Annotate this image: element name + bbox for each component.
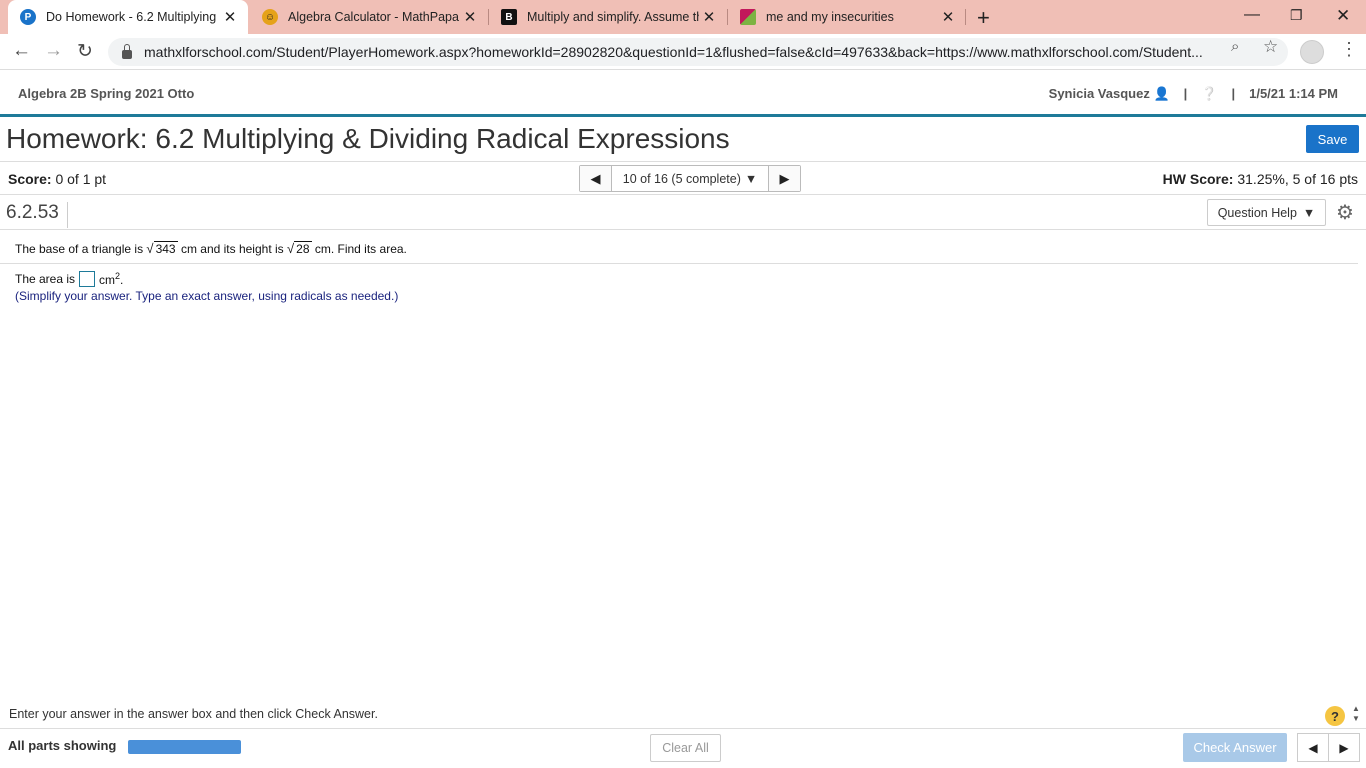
tab-do-homework[interactable]: P Do Homework - 6.2 Multiplying & ✕: [8, 0, 248, 34]
lock-icon: [122, 43, 132, 59]
page-title: Homework: 6.2 Multiplying & Dividing Rad…: [6, 123, 730, 154]
close-icon[interactable]: ✕: [460, 8, 480, 26]
bookmark-star-icon[interactable]: ☆: [1263, 37, 1278, 57]
question-navigator: ◀ 10 of 16 (5 complete) ▼ ▶: [579, 165, 801, 192]
new-tab-icon[interactable]: +: [977, 5, 990, 31]
course-name: Algebra 2B Spring 2021 Otto: [18, 86, 195, 101]
bottom-bar: All parts showing Clear All Check Answer…: [0, 728, 1366, 768]
tab-title: Multiply and simplify. Assume th: [527, 10, 699, 24]
answer-row: The area is cm2.: [15, 271, 124, 287]
forward-arrow-icon[interactable]: →: [44, 40, 63, 62]
browser-tab-bar: P Do Homework - 6.2 Multiplying & ✕ ☺ Al…: [0, 0, 1366, 34]
tab-divider: [965, 9, 966, 25]
scroll-arrows-icon[interactable]: ▲ ▼: [1352, 704, 1360, 724]
score-bar: Score: 0 of 1 pt ◀ 10 of 16 (5 complete)…: [0, 161, 1366, 195]
restore-icon[interactable]: ❐: [1290, 7, 1303, 24]
tab-title: Do Homework - 6.2 Multiplying &: [46, 10, 220, 24]
tab-title: Algebra Calculator - MathPapa: [288, 10, 459, 24]
question-header: 6.2.53 Question Help ▼ ⚙: [0, 196, 1366, 230]
part-navigator: ◀ ▶: [1297, 733, 1360, 762]
user-info: Synicia Vasquez 👤 | ❔ | 1/5/21 1:14 PM: [1049, 86, 1338, 102]
url-text[interactable]: mathxlforschool.com/Student/PlayerHomewo…: [144, 44, 1219, 60]
profile-avatar[interactable]: [1300, 40, 1324, 64]
zoom-icon[interactable]: ⌕: [1231, 38, 1239, 55]
save-button[interactable]: Save: [1306, 125, 1359, 153]
radical-base: √ 343: [146, 241, 178, 256]
close-icon[interactable]: ✕: [699, 8, 719, 26]
separator: |: [1183, 86, 1188, 101]
score: Score: 0 of 1 pt: [8, 171, 107, 187]
next-part-button[interactable]: ▶: [1329, 734, 1359, 761]
minimize-icon[interactable]: —: [1244, 6, 1260, 24]
tab-brainly[interactable]: B Multiply and simplify. Assume th ✕: [489, 0, 727, 34]
answer-input[interactable]: [79, 271, 96, 287]
separator: |: [1231, 86, 1236, 101]
previous-question-button[interactable]: ◀: [580, 166, 611, 191]
user-name[interactable]: Synicia Vasquez 👤: [1049, 86, 1170, 102]
question-selector-dropdown[interactable]: 10 of 16 (5 complete) ▼: [611, 166, 769, 191]
app-header: Algebra 2B Spring 2021 Otto Synicia Vasq…: [0, 71, 1366, 117]
question-text: The base of a triangle is √ 343 cm and it…: [15, 241, 407, 256]
next-question-button[interactable]: ▶: [769, 166, 800, 191]
check-answer-button[interactable]: Check Answer: [1183, 733, 1287, 762]
answer-unit: cm2.: [99, 271, 124, 287]
clear-all-button[interactable]: Clear All: [650, 734, 721, 762]
caret-down-icon: ▼: [1302, 205, 1316, 220]
help-question-icon[interactable]: ?: [1325, 706, 1345, 726]
question-number: 6.2.53: [6, 202, 68, 228]
mathpapa-favicon-icon: ☺: [262, 9, 278, 25]
reload-icon[interactable]: ↻: [77, 40, 93, 63]
date-time: 1/5/21 1:14 PM: [1249, 86, 1338, 101]
hw-score: HW Score: 31.25%, 5 of 16 pts: [1162, 171, 1358, 187]
caret-down-icon: ▼: [744, 171, 758, 186]
gear-icon[interactable]: ⚙: [1336, 200, 1354, 225]
parts-progress-bar: [128, 740, 241, 754]
close-icon[interactable]: ✕: [938, 8, 958, 26]
image-favicon-icon: [740, 9, 756, 25]
browser-toolbar: ← → ↻ mathxlforschool.com/Student/Player…: [0, 34, 1366, 70]
menu-kebab-icon[interactable]: ⋮: [1340, 39, 1358, 60]
user-icon: 👤: [1153, 86, 1170, 101]
radical-height: √ 28: [287, 241, 312, 256]
tab-mathpapa[interactable]: ☺ Algebra Calculator - MathPapa ✕: [250, 0, 488, 34]
window-close-icon[interactable]: ✕: [1336, 6, 1350, 26]
answer-hint: (Simplify your answer. Type an exact ans…: [15, 289, 399, 303]
brainly-favicon-icon: B: [501, 9, 517, 25]
previous-part-button[interactable]: ◀: [1298, 734, 1329, 761]
address-bar[interactable]: mathxlforschool.com/Student/PlayerHomewo…: [108, 38, 1288, 66]
question-help-button[interactable]: Question Help ▼: [1207, 199, 1326, 226]
back-arrow-icon[interactable]: ←: [12, 40, 31, 62]
close-icon[interactable]: ✕: [220, 8, 240, 26]
pearson-favicon-icon: P: [20, 9, 36, 25]
instruction-text: Enter your answer in the answer box and …: [9, 707, 378, 721]
tab-title: me and my insecurities: [766, 10, 894, 24]
divider: [0, 263, 1358, 264]
help-icon[interactable]: ❔: [1201, 86, 1217, 102]
tab-insecurities[interactable]: me and my insecurities ✕: [728, 0, 966, 34]
all-parts-label: All parts showing: [8, 738, 117, 753]
